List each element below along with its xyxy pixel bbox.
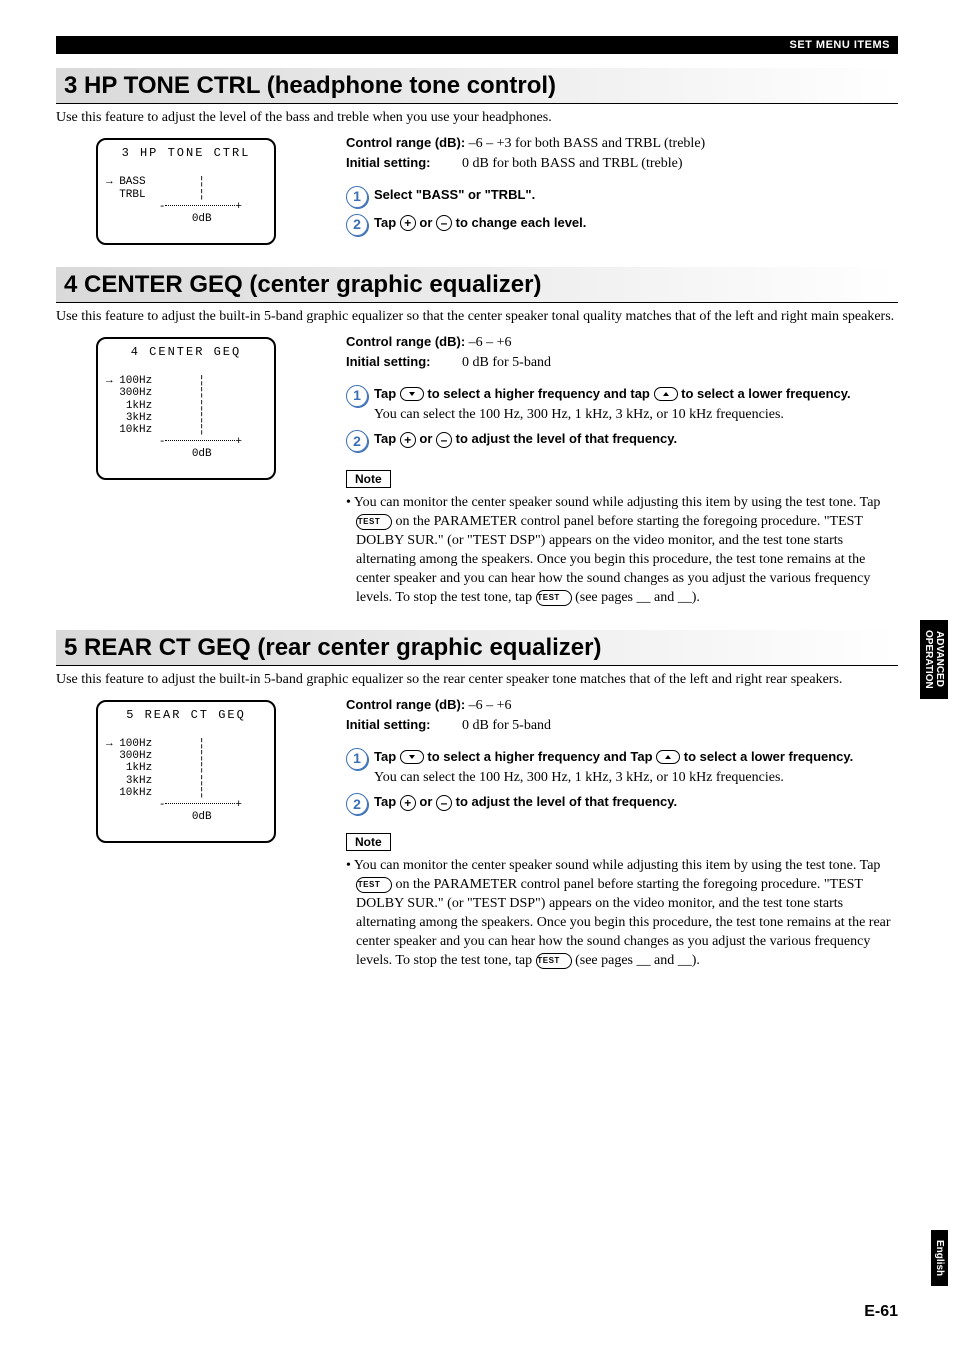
step-1: 1 Select "BASS" or "TRBL". [346,186,898,208]
plus-icon: + [400,215,416,231]
step-1: 1 Tap to select a higher frequency and T… [346,748,898,788]
note-label: Note [346,833,391,851]
spec-init: Initial setting: 0 dB for both BASS and … [346,154,898,174]
minus-icon: – [436,432,452,448]
spec-range: Control range (dB): –6 – +6 [346,333,898,353]
plus-icon: + [400,795,416,811]
up-arrow-icon [654,387,678,401]
step-number-icon: 2 [346,430,368,452]
lcd-title: 3 HP TONE CTRL [106,146,266,160]
section-title-4: 4 CENTER GEQ (center graphic equalizer) [56,267,898,303]
breadcrumb: SET MENU ITEMS [789,39,890,51]
step-2: 2 Tap + or – to adjust the level of that… [346,430,898,452]
section-title-5: 5 REAR CT GEQ (rear center graphic equal… [56,630,898,666]
lcd-display-3: 3 HP TONE CTRL → BASS ¦ TRBL ¦ -+ 0dB [96,138,276,245]
minus-icon: – [436,215,452,231]
plus-icon: + [400,432,416,448]
down-arrow-icon [400,750,424,764]
step-number-icon: 1 [346,385,368,407]
down-arrow-icon [400,387,424,401]
up-arrow-icon [656,750,680,764]
step-number-icon: 1 [346,186,368,208]
spec-range: Control range (dB): –6 – +6 [346,696,898,716]
test-button-icon: TEST [536,590,572,606]
test-button-icon: TEST [536,953,572,969]
step-number-icon: 2 [346,214,368,236]
note-text: • You can monitor the center speaker sou… [346,857,898,970]
section-intro-5: Use this feature to adjust the built-in … [56,672,898,688]
note-label: Note [346,470,391,488]
note-text: • You can monitor the center speaker sou… [346,494,898,607]
lcd-title: 5 REAR CT GEQ [106,708,266,722]
side-tab-language: English [931,1230,948,1286]
spec-init: Initial setting: 0 dB for 5-band [346,716,898,736]
test-button-icon: TEST [356,877,392,893]
section-intro-4: Use this feature to adjust the built-in … [56,309,898,325]
test-button-icon: TEST [356,514,392,530]
step-2: 2 Tap + or – to change each level. [346,214,898,236]
side-tab-advanced: ADVANCEDOPERATION [920,620,948,699]
section-title-3: 3 HP TONE CTRL (headphone tone control) [56,68,898,104]
step-1: 1 Tap to select a higher frequency and t… [346,385,898,425]
step-number-icon: 1 [346,748,368,770]
lcd-title: 4 CENTER GEQ [106,345,266,359]
spec-range: Control range (dB): –6 – +3 for both BAS… [346,134,898,154]
step-2: 2 Tap + or – to adjust the level of that… [346,793,898,815]
spec-init: Initial setting: 0 dB for 5-band [346,353,898,373]
page-number: E-61 [864,1303,898,1321]
lcd-display-5: 5 REAR CT GEQ → 100Hz ¦ 300Hz ¦ 1kHz ¦ 3… [96,700,276,843]
step-number-icon: 2 [346,793,368,815]
header-bar: SET MENU ITEMS [56,36,898,54]
lcd-display-4: 4 CENTER GEQ → 100Hz ¦ 300Hz ¦ 1kHz ¦ 3k… [96,337,276,480]
minus-icon: – [436,795,452,811]
section-intro-3: Use this feature to adjust the level of … [56,110,898,126]
